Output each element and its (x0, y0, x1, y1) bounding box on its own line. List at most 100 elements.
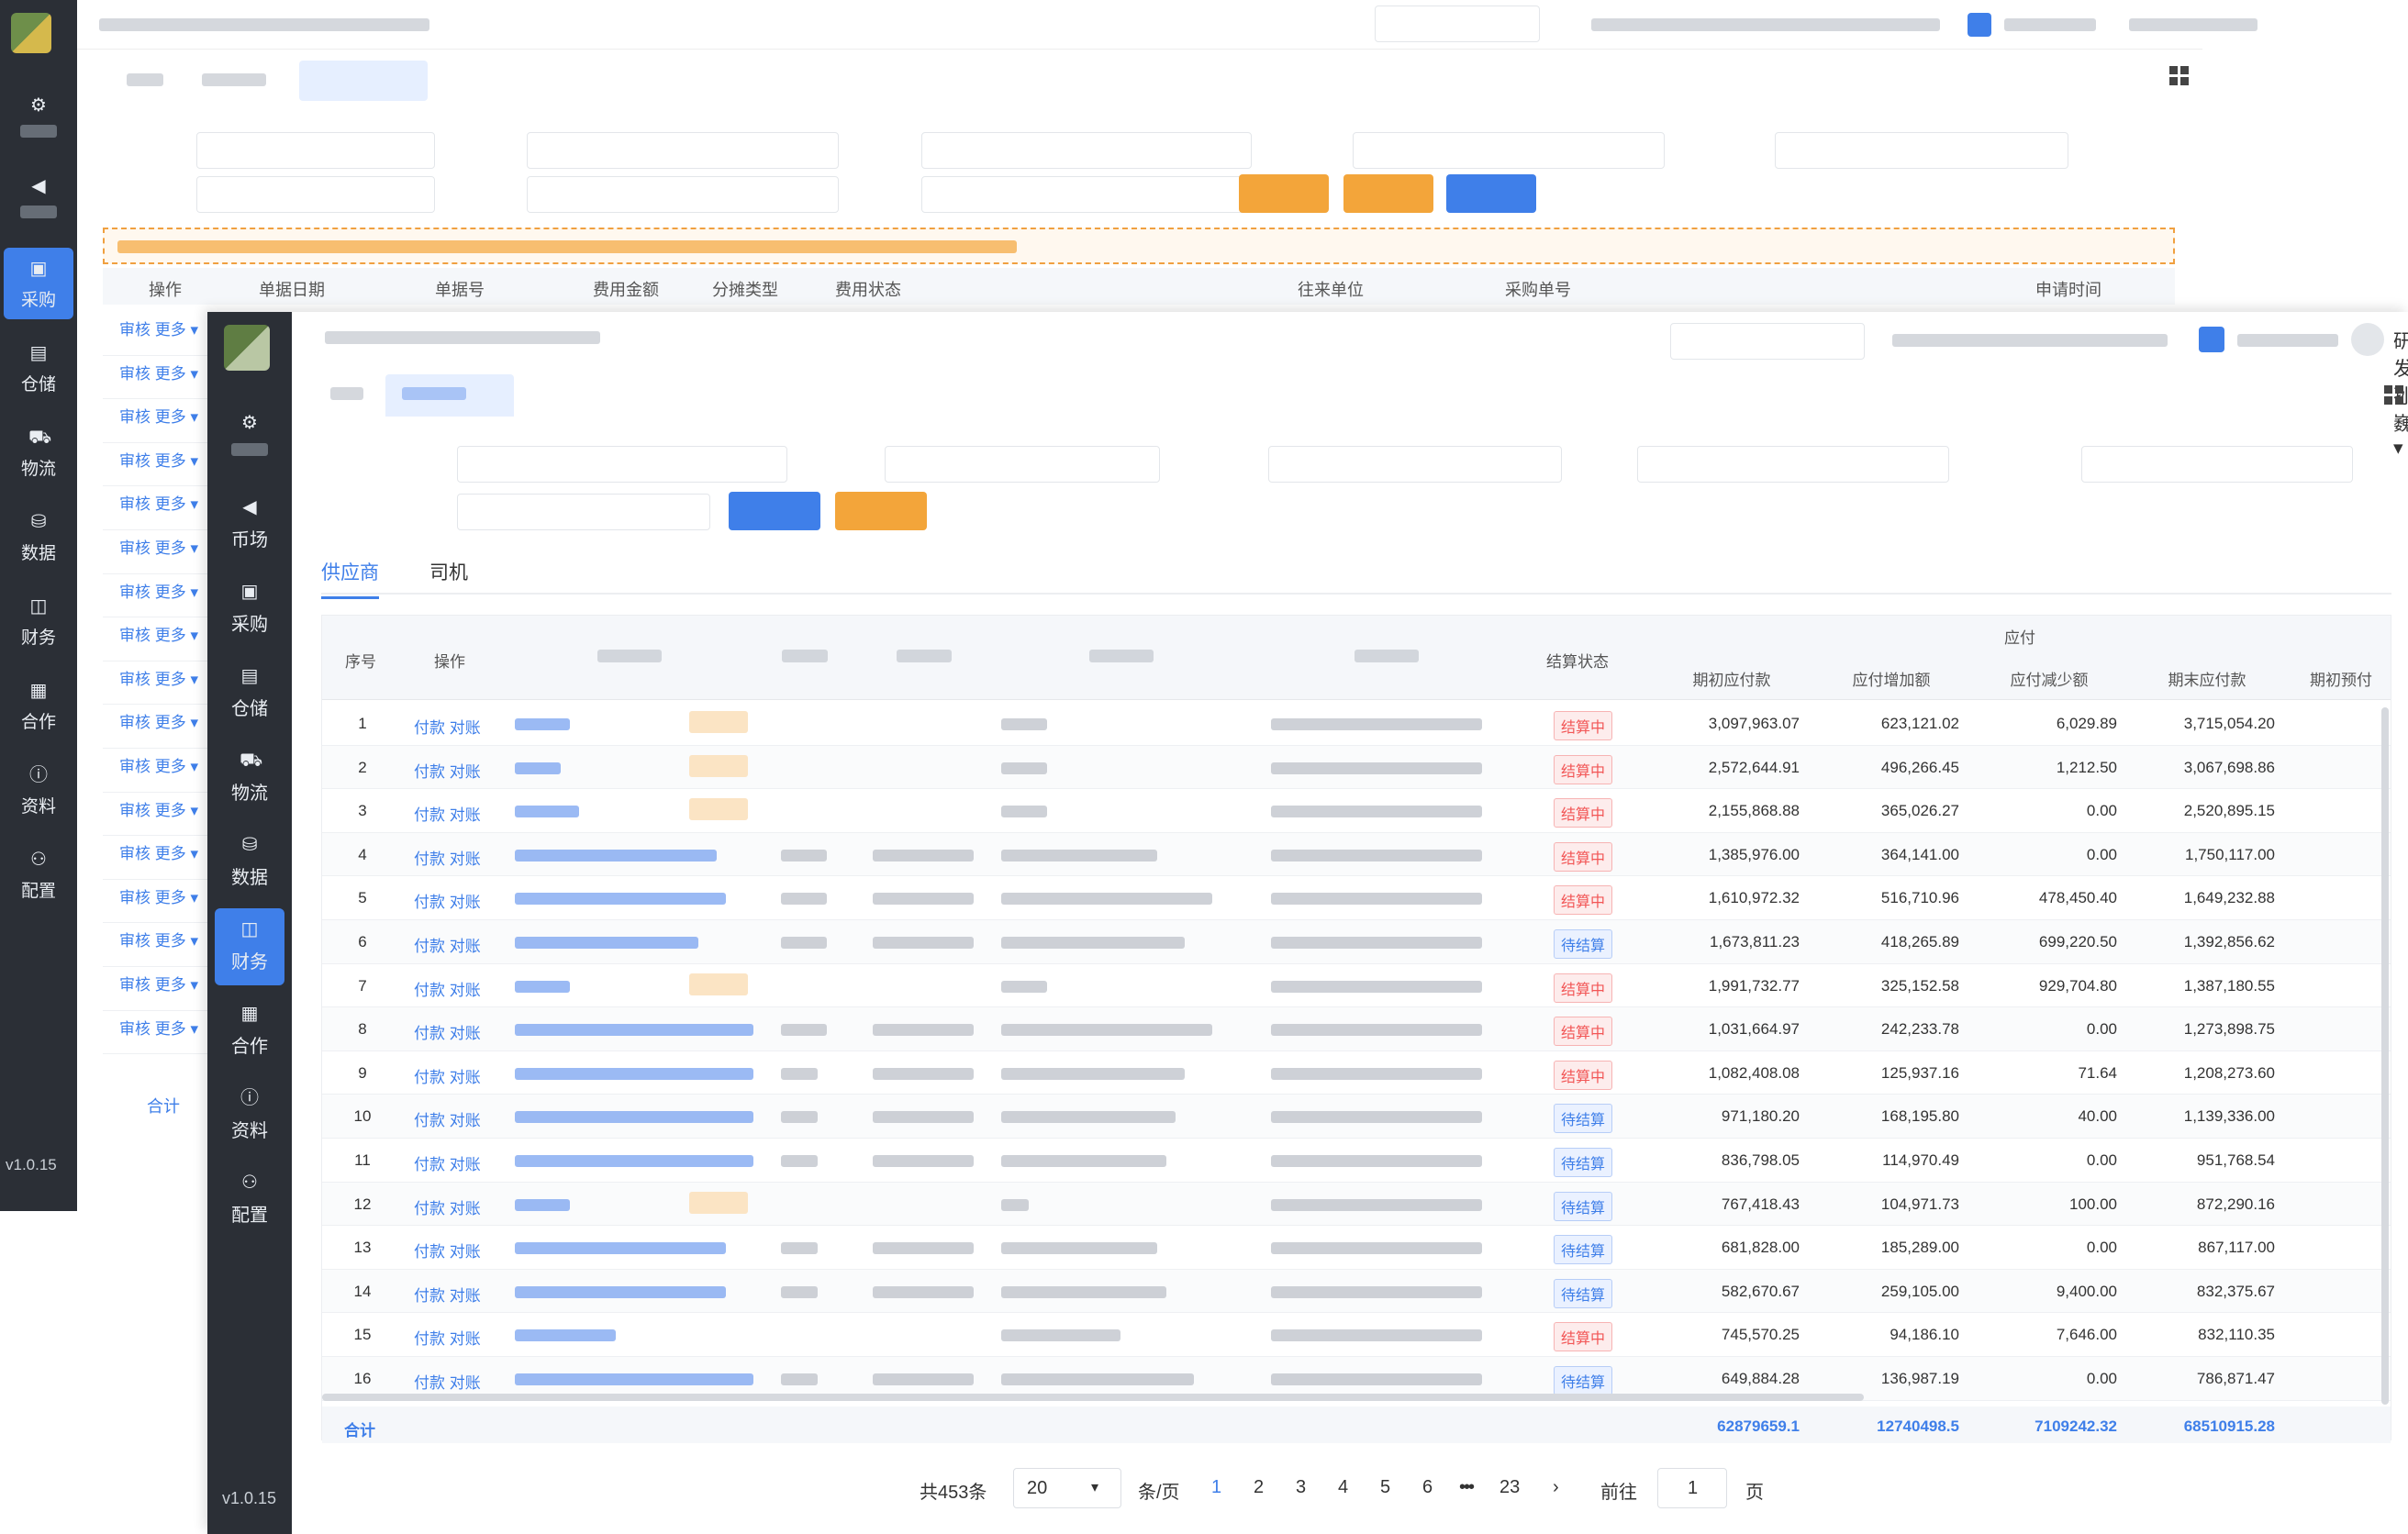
nav-config[interactable]: ⚇ 配置 (215, 1162, 284, 1239)
table-row[interactable]: 15 付款 对账 结算中 745,570.25 94,186.10 7,646.00 832… (322, 1313, 2391, 1357)
back-filter-input[interactable] (921, 176, 1252, 213)
supplier-name[interactable] (515, 893, 726, 906)
row-actions[interactable]: 付款 对账 (414, 1370, 481, 1393)
supplier-name[interactable] (515, 1198, 570, 1211)
back-nav-config[interactable]: ⚇ 配置 (4, 839, 73, 910)
back-row-action[interactable]: 审核 更多 ▾ (103, 356, 213, 400)
back-top-select[interactable] (1375, 6, 1540, 42)
row-actions[interactable]: 付款 对账 (414, 889, 481, 912)
page-1[interactable]: 1 (1211, 1477, 1221, 1498)
vertical-scrollbar[interactable] (2381, 707, 2389, 1405)
back-row-action[interactable]: 审核 更多 ▾ (103, 574, 213, 618)
back-row-action[interactable]: 审核 更多 ▾ (103, 749, 213, 793)
supplier-name[interactable] (515, 1242, 726, 1255)
table-row[interactable]: 13 付款 对账 待结算 681,828.00 185,289.00 0.00 867,11… (322, 1226, 2391, 1270)
back-nav-partner[interactable]: ▦ 合作 (4, 670, 73, 741)
row-actions[interactable]: 付款 对账 (414, 1151, 481, 1174)
row-actions[interactable]: 付款 对账 (414, 1239, 481, 1262)
tab-driver[interactable]: 司机 (429, 558, 468, 596)
nav-warehouse[interactable]: ▤ 仓储 (215, 655, 284, 732)
goto-page-input[interactable]: 1 (1657, 1468, 1727, 1508)
row-actions[interactable]: 付款 对账 (414, 1326, 481, 1349)
table-row[interactable]: 11 付款 对账 待结算 836,798.05 114,970.49 0.00 951,76… (322, 1139, 2391, 1183)
back-row-action[interactable]: 审核 更多 ▾ (103, 486, 213, 530)
page-2[interactable]: 2 (1254, 1477, 1264, 1498)
row-actions[interactable]: 付款 对账 (414, 977, 481, 1000)
back-nav-info[interactable]: ⓘ 资料 (4, 754, 73, 826)
filter-input[interactable] (1268, 446, 1562, 483)
app-switch-icon[interactable] (1968, 13, 1991, 37)
back-row-action[interactable]: 审核 更多 ▾ (103, 399, 213, 443)
back-row-action[interactable]: 审核 更多 ▾ (103, 967, 213, 1011)
back-nav-item-2[interactable]: ◀ (4, 165, 73, 237)
back-row-action[interactable]: 审核 更多 ▾ (103, 443, 213, 487)
supplier-name[interactable] (515, 761, 561, 774)
table-row[interactable]: 9 付款 对账 结算中 1,082,408.08 125,937.16 71.64 1,20… (322, 1051, 2391, 1095)
back-row-action[interactable]: 审核 更多 ▾ (103, 923, 213, 967)
supplier-name[interactable] (515, 718, 570, 730)
page-3[interactable]: 3 (1296, 1477, 1306, 1498)
back-row-action[interactable]: 审核 更多 ▾ (103, 617, 213, 661)
table-row[interactable]: 6 付款 对账 待结算 1,673,811.23 418,265.89 699,220.5… (322, 919, 2391, 964)
supplier-name[interactable] (515, 1154, 753, 1167)
filter-input[interactable] (457, 446, 787, 483)
table-row[interactable]: 5 付款 对账 结算中 1,610,972.32 516,710.96 478,450.4… (322, 876, 2391, 920)
supplier-name[interactable] (515, 1067, 753, 1080)
back-nav-logistics[interactable]: ⛟ 物流 (4, 417, 73, 488)
back-nav-purchase[interactable]: ▣ 采购 (4, 248, 73, 319)
back-filter-input[interactable] (1353, 132, 1665, 169)
back-active-tab[interactable] (299, 61, 428, 101)
back-orange-button[interactable] (1343, 174, 1433, 213)
horizontal-scrollbar[interactable] (322, 1394, 1864, 1401)
row-actions[interactable]: 付款 对账 (414, 846, 481, 869)
back-row-action[interactable]: 审核 更多 ▾ (103, 705, 213, 749)
back-nav-item-1[interactable]: ⚙ (4, 84, 73, 156)
table-row[interactable]: 2 付款 对账 结算中 2,572,644.91 496,266.45 1,212.50 3… (322, 745, 2391, 790)
page-5[interactable]: 5 (1380, 1477, 1390, 1498)
page-4[interactable]: 4 (1338, 1477, 1348, 1498)
table-row[interactable]: 14 付款 对账 待结算 582,670.67 259,105.00 9,400.00 83… (322, 1269, 2391, 1314)
nav-settings[interactable]: ⚙ (215, 402, 284, 479)
filter-input[interactable] (1637, 446, 1949, 483)
filter-select[interactable] (885, 446, 1160, 483)
back-row-action[interactable]: 审核 更多 ▾ (103, 793, 213, 837)
supplier-name[interactable] (515, 1329, 616, 1342)
grid-icon[interactable] (2384, 385, 2404, 406)
row-actions[interactable]: 付款 对账 (414, 1064, 481, 1087)
table-row[interactable]: 4 付款 对账 结算中 1,385,976.00 364,141.00 0.00 1,750… (322, 832, 2391, 877)
row-actions[interactable]: 付款 对账 (414, 933, 481, 956)
company-select[interactable] (1670, 323, 1865, 360)
table-row[interactable]: 1 付款 对账 结算中 3,097,963.07 623,121.02 6,029.89 3… (322, 702, 2391, 746)
reset-button[interactable] (835, 492, 927, 530)
table-row[interactable]: 10 付款 对账 待结算 971,180.20 168,195.80 40.00 1,139… (322, 1095, 2391, 1139)
supplier-name[interactable] (515, 980, 570, 993)
nav-partner[interactable]: ▦ 合作 (215, 993, 284, 1070)
supplier-name[interactable] (515, 1111, 753, 1124)
nav-purchase[interactable]: ▣ 采购 (215, 571, 284, 648)
supplier-name[interactable] (515, 806, 579, 818)
row-actions[interactable]: 付款 对账 (414, 715, 481, 738)
supplier-name[interactable] (515, 1285, 726, 1298)
grid-icon[interactable] (2169, 66, 2190, 86)
back-filter-input[interactable] (196, 176, 435, 213)
filter-select[interactable] (457, 494, 710, 530)
back-row-action[interactable]: 审核 更多 ▾ (103, 661, 213, 706)
tab-current[interactable] (385, 374, 514, 417)
table-row[interactable]: 8 付款 对账 结算中 1,031,664.97 242,233.78 0.00 1,273… (322, 1007, 2391, 1051)
supplier-name[interactable] (515, 1373, 753, 1385)
row-actions[interactable]: 付款 对账 (414, 1107, 481, 1130)
search-button[interactable] (729, 492, 820, 530)
back-row-action[interactable]: 审核 更多 ▾ (103, 312, 213, 356)
nav-info[interactable]: ⓘ 资料 (215, 1077, 284, 1154)
back-orange-button[interactable] (1239, 174, 1329, 213)
next-page-icon[interactable]: › (1553, 1477, 1559, 1498)
app-switch-icon[interactable] (2199, 327, 2224, 352)
back-filter-input[interactable] (1775, 132, 2068, 169)
back-filter-input[interactable] (196, 132, 435, 169)
filter-input[interactable] (2081, 446, 2353, 483)
back-nav-finance[interactable]: ◫ 财务 (4, 585, 73, 657)
page-size-select[interactable]: 20 ▾ (1013, 1468, 1121, 1508)
back-filter-input[interactable] (527, 132, 839, 169)
back-row-action[interactable]: 审核 更多 ▾ (103, 1011, 213, 1055)
back-row-action[interactable]: 审核 更多 ▾ (103, 880, 213, 924)
